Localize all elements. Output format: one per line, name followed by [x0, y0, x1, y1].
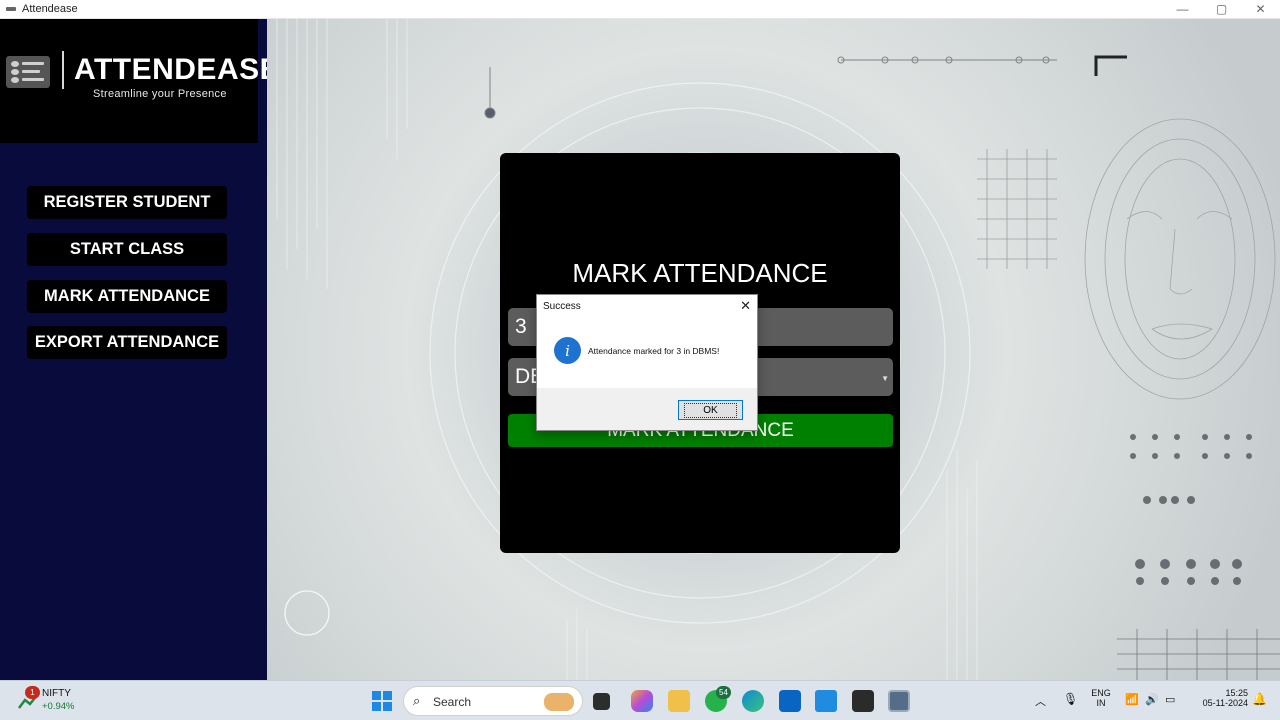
stock-badge: 1: [25, 686, 40, 699]
mark-attendance-nav-button[interactable]: MARK ATTENDANCE: [27, 280, 227, 313]
minimize-button[interactable]: —: [1163, 0, 1202, 19]
chevron-up-icon[interactable]: ︿: [1035, 693, 1046, 709]
windows-start-icon[interactable]: [371, 690, 393, 712]
dialog-close-icon[interactable]: ✕: [740, 298, 751, 314]
edge-icon[interactable]: [742, 690, 764, 712]
whatsapp-badge: 54: [716, 686, 731, 699]
dropdown-arrow-icon: ▼: [881, 374, 889, 383]
vscode-icon[interactable]: [815, 690, 837, 712]
stock-widget[interactable]: 1 NIFTY +0.94%: [14, 681, 94, 720]
clock-date: 05-11-2024: [1202, 698, 1248, 708]
taskbar: 1 NIFTY +0.94% ⌕ Search 54 ︿ 🎙 ENG IN 📶 …: [0, 680, 1280, 720]
notification-bell-icon[interactable]: 🔔: [1252, 692, 1267, 706]
panel-title: MARK ATTENDANCE: [572, 258, 828, 288]
ok-button[interactable]: OK: [678, 400, 743, 420]
window-title: Attendease: [22, 3, 78, 15]
window-controls: — ▢ ✕: [1163, 0, 1280, 19]
search-highlight-icon: [544, 693, 574, 711]
wifi-icon[interactable]: 📶: [1125, 693, 1139, 706]
search-placeholder: Search: [433, 695, 472, 709]
dialog-titlebar: Success ✕: [537, 295, 757, 318]
dialog-title: Success: [543, 301, 581, 312]
logo-subtitle: Streamline your Presence: [93, 88, 227, 100]
task-view-icon[interactable]: [593, 693, 610, 710]
logo: ATTENDEASE Streamline your Presence: [0, 19, 280, 143]
window-titlebar: Attendease — ▢ ✕: [0, 0, 1280, 19]
ok-button-label: OK: [684, 402, 737, 418]
outlook-icon[interactable]: [779, 690, 801, 712]
microphone-icon[interactable]: 🎙: [1063, 692, 1078, 706]
search-icon: ⌕: [413, 693, 421, 708]
stock-change: +0.94%: [42, 701, 75, 712]
language-label: ENG: [1091, 688, 1111, 698]
terminal-icon[interactable]: [852, 690, 874, 712]
app-icon: [6, 7, 16, 11]
success-dialog: Success ✕ i Attendance marked for 3 in D…: [536, 294, 758, 431]
logo-title: ATTENDEASE: [74, 53, 281, 86]
python-app-icon[interactable]: [888, 690, 910, 712]
maximize-button[interactable]: ▢: [1202, 0, 1241, 19]
file-explorer-icon[interactable]: [668, 690, 690, 712]
battery-icon[interactable]: ▭: [1165, 693, 1175, 706]
volume-icon[interactable]: 🔊: [1145, 693, 1159, 706]
close-window-button[interactable]: ✕: [1241, 0, 1280, 19]
copilot-icon[interactable]: [631, 690, 653, 712]
info-icon: i: [554, 337, 581, 364]
taskbar-search[interactable]: ⌕ Search: [403, 686, 583, 716]
logo-divider: [62, 51, 64, 89]
region-label: IN: [1096, 698, 1106, 708]
sidebar: ATTENDEASE Streamline your Presence REGI…: [0, 19, 280, 680]
start-class-button[interactable]: START CLASS: [27, 233, 227, 266]
clock-time: 15:25: [1225, 688, 1248, 698]
clock[interactable]: 15:25 05-11-2024: [1188, 688, 1248, 708]
attendance-list-icon: [6, 56, 50, 88]
language-indicator[interactable]: ENG IN: [1088, 688, 1114, 708]
dialog-message: Attendance marked for 3 in DBMS!: [588, 346, 720, 356]
dialog-body: i Attendance marked for 3 in DBMS!: [537, 318, 757, 388]
register-student-button[interactable]: REGISTER STUDENT: [27, 186, 227, 219]
export-attendance-button[interactable]: EXPORT ATTENDANCE: [27, 326, 227, 359]
stock-name: NIFTY: [42, 688, 71, 699]
